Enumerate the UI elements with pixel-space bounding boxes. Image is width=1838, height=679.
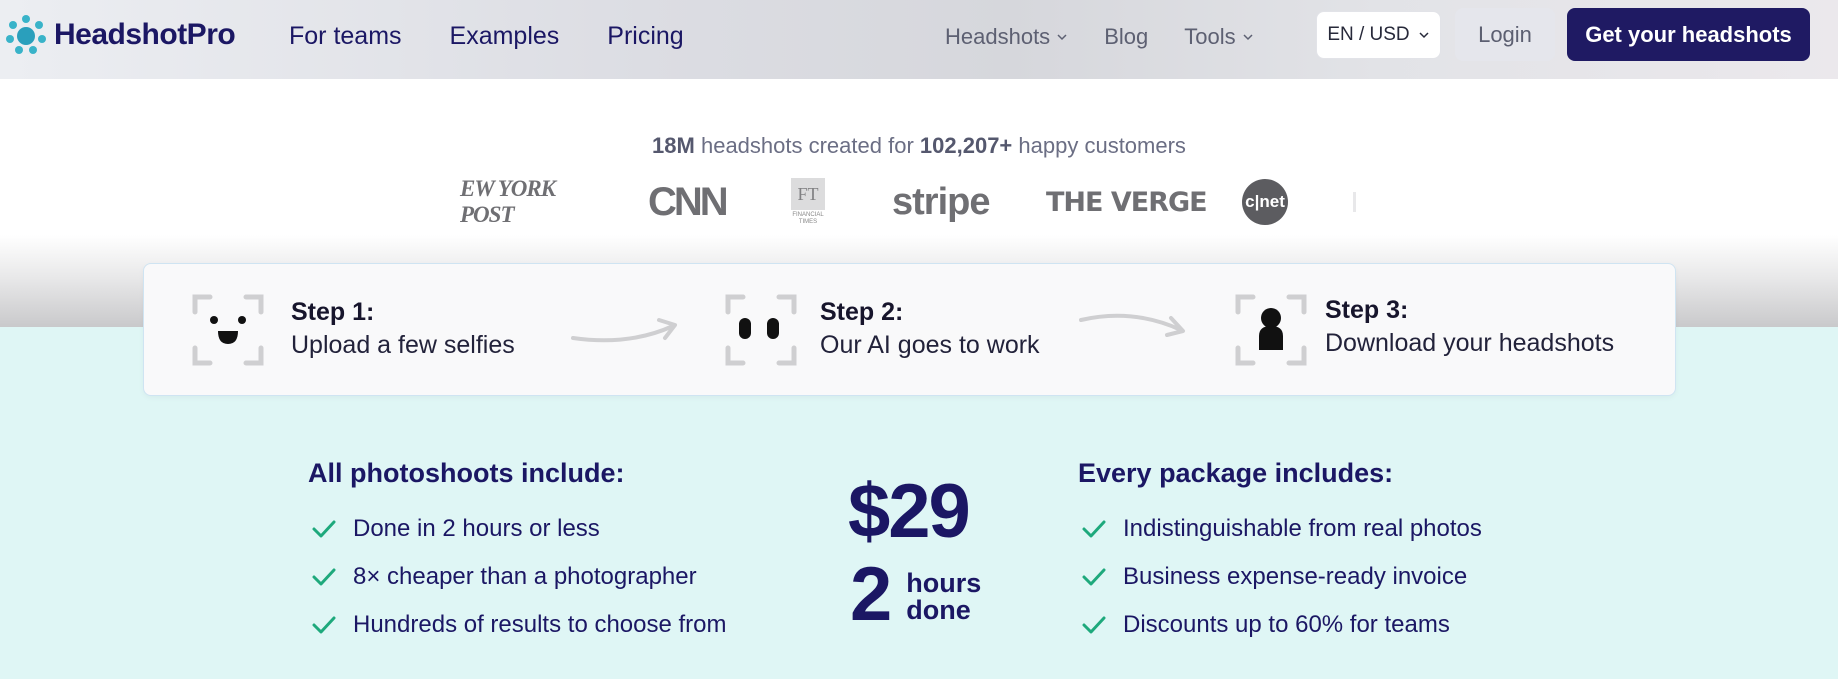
package-list: Indistinguishable from real photos Busin… (1078, 505, 1482, 649)
nav-headshots-label: Headshots (945, 24, 1051, 49)
list-item: Hundreds of results to choose from (308, 601, 727, 649)
check-icon (1082, 616, 1106, 634)
get-headshots-button[interactable]: Get your headshots (1567, 8, 1810, 61)
step-1: Step 1: Upload a few selfies (291, 298, 515, 360)
step-2: Step 2: Our AI goes to work (820, 298, 1040, 360)
list-item-label: 8× cheaper than a photographer (353, 563, 697, 590)
logo-icon (6, 15, 46, 54)
primary-nav: For teams Examples Pricing (289, 22, 684, 51)
step-3-desc: Download your headshots (1325, 329, 1615, 357)
nav-blog[interactable]: Blog (1104, 24, 1148, 50)
nav-headshots-dropdown[interactable]: Headshots (945, 24, 1068, 50)
nav-pricing[interactable]: Pricing (607, 22, 683, 51)
list-item-label: Business expense-ready invoice (1123, 563, 1468, 590)
check-icon (312, 616, 336, 634)
nav-for-teams[interactable]: For teams (289, 22, 402, 51)
press-logos: EW YORK POST CNN FT FINANCIAL TIMES stri… (460, 176, 1380, 228)
list-item: Discounts up to 60% for teams (1078, 601, 1482, 649)
secondary-nav: Headshots Blog Tools (945, 24, 1254, 50)
arrow-right-icon (571, 318, 677, 343)
stripe-logo: stripe (892, 180, 990, 223)
the-verge-logo: THE VERGE (1046, 186, 1208, 218)
check-icon (312, 520, 336, 538)
check-icon (312, 568, 336, 586)
customers-text: happy customers (1018, 133, 1186, 158)
list-item-label: Done in 2 hours or less (353, 515, 600, 542)
package-includes: Every package includes: Indistinguishabl… (1078, 458, 1482, 649)
steps-card: Step 1: Upload a few selfies Step 2: Our… (143, 263, 1676, 396)
step-1-desc: Upload a few selfies (291, 331, 515, 359)
package-title: Every package includes: (1078, 458, 1394, 488)
check-icon (1082, 568, 1106, 586)
list-item: Indistinguishable from real photos (1078, 505, 1482, 553)
cnet-logo: c|net (1242, 176, 1288, 228)
hours-label-line1: hours (906, 568, 982, 598)
list-item: 8× cheaper than a photographer (308, 553, 727, 601)
nav-tools-dropdown[interactable]: Tools (1184, 24, 1253, 50)
step-1-title: Step 1: (291, 298, 375, 326)
ai-eyes-icon (725, 294, 797, 366)
nav-tools-label: Tools (1184, 24, 1236, 49)
list-item: Business expense-ready invoice (1078, 553, 1482, 601)
partial-logo (1353, 176, 1356, 228)
stats-line: 18M headshots created for 102,207+ happy… (0, 133, 1838, 159)
list-item: Done in 2 hours or less (308, 505, 727, 553)
price-label: $29 (848, 469, 971, 554)
locale-label: EN / USD (1327, 24, 1410, 45)
cnet-logo-mark: c|net (1242, 179, 1288, 225)
photoshoots-list: Done in 2 hours or less 8× cheaper than … (308, 505, 727, 649)
headshots-text: headshots created for (700, 133, 914, 158)
chevron-down-icon (1243, 34, 1253, 41)
hours-label-line2: done (906, 595, 971, 625)
chevron-down-icon (1057, 34, 1067, 41)
step-3: Step 3: Download your headshots (1325, 296, 1614, 358)
list-item-label: Discounts up to 60% for teams (1123, 611, 1450, 638)
nav-blog-label: Blog (1104, 24, 1149, 49)
list-item-label: Hundreds of results to choose from (353, 611, 727, 638)
step-2-title: Step 2: (820, 298, 904, 326)
nav-examples[interactable]: Examples (450, 22, 560, 51)
customers-count: 102,207+ (919, 133, 1013, 158)
photoshoots-includes: All photoshoots include: Done in 2 hours… (308, 458, 727, 649)
brand-logo[interactable]: HeadshotPro (6, 15, 236, 55)
step-3-title: Step 3: (1325, 296, 1409, 324)
turnaround-time: 2 hours done (850, 555, 981, 635)
chevron-down-icon (1419, 32, 1429, 39)
step-2-desc: Our AI goes to work (820, 331, 1040, 359)
photoshoots-title: All photoshoots include: (308, 458, 625, 488)
cnn-logo: CNN (648, 179, 729, 224)
ft-logo-sub: FINANCIAL TIMES (792, 212, 824, 225)
ft-logo: FT FINANCIAL TIMES (790, 176, 826, 228)
brand-name: HeadshotPro (54, 18, 236, 51)
login-button[interactable]: Login (1455, 8, 1555, 61)
person-silhouette-icon (1235, 294, 1307, 366)
smiley-face-icon (192, 294, 264, 366)
check-icon (1082, 520, 1106, 538)
arrow-right-icon (1079, 313, 1185, 337)
hours-label: hours done (906, 570, 981, 624)
hours-number: 2 (850, 552, 893, 637)
site-header: HeadshotPro For teams Examples Pricing H… (0, 0, 1838, 79)
ft-logo-mark: FT (791, 178, 825, 210)
list-item-label: Indistinguishable from real photos (1123, 515, 1482, 542)
headshots-count: 18M (652, 133, 695, 158)
nypost-logo: EW YORK POST (460, 176, 556, 227)
locale-selector[interactable]: EN / USD (1316, 11, 1441, 59)
